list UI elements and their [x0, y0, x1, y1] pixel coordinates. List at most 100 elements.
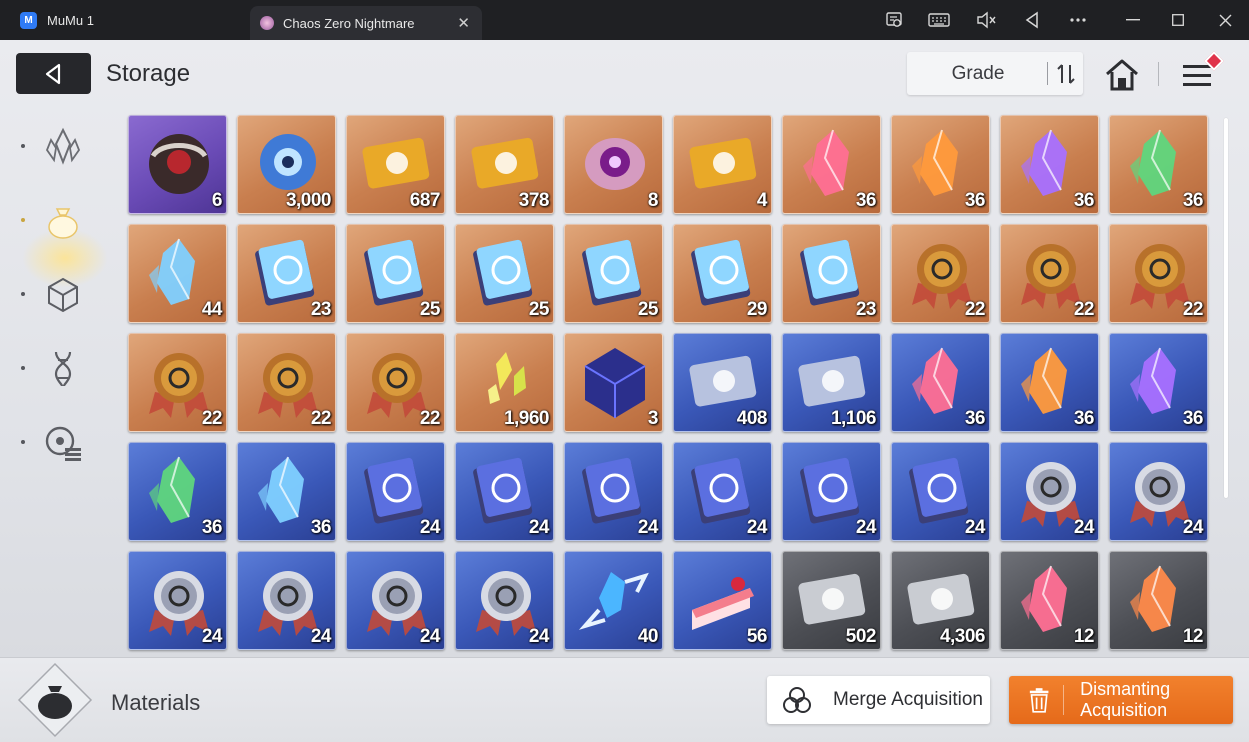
merge-circles-icon: [783, 687, 811, 713]
rail-item-gear-list[interactable]: [40, 420, 86, 466]
item-slot[interactable]: 24: [455, 551, 554, 650]
page-title: Storage: [106, 60, 191, 87]
item-slot[interactable]: 56: [673, 551, 772, 650]
guide-icon[interactable]: [876, 0, 912, 40]
item-slot[interactable]: 22: [1000, 224, 1099, 323]
grade-sort-button[interactable]: Grade: [907, 52, 1083, 95]
rail-item-crystal[interactable]: [40, 124, 86, 170]
item-slot[interactable]: 3: [564, 333, 663, 432]
item-quantity: 44: [201, 299, 223, 320]
item-quantity: 36: [1073, 190, 1095, 211]
back-nav-icon[interactable]: [1014, 0, 1050, 40]
merge-acquisition-label: Merge Acquisition: [833, 689, 983, 710]
keyboard-icon[interactable]: [921, 0, 957, 40]
item-quantity: 24: [1182, 517, 1204, 538]
item-slot[interactable]: 29: [673, 224, 772, 323]
rail-item-cube[interactable]: [40, 272, 86, 318]
minimize-icon[interactable]: [1115, 0, 1151, 40]
item-slot[interactable]: 36: [1109, 333, 1208, 432]
item-slot[interactable]: 40: [564, 551, 663, 650]
item-quantity: 25: [528, 299, 550, 320]
item-slot[interactable]: 3,000: [237, 115, 336, 214]
app-tab[interactable]: M MuMu 1: [0, 0, 250, 40]
item-slot[interactable]: 22: [128, 333, 227, 432]
home-icon[interactable]: [1103, 57, 1141, 93]
item-slot[interactable]: 36: [1109, 115, 1208, 214]
maximize-icon[interactable]: [1160, 0, 1196, 40]
item-slot[interactable]: 44: [128, 224, 227, 323]
item-slot[interactable]: 24: [673, 442, 772, 541]
item-slot[interactable]: 408: [673, 333, 772, 432]
item-slot[interactable]: 25: [564, 224, 663, 323]
item-slot[interactable]: 24: [564, 442, 663, 541]
item-slot[interactable]: 1,960: [455, 333, 554, 432]
item-slot[interactable]: 22: [891, 224, 990, 323]
item-slot[interactable]: 36: [1000, 333, 1099, 432]
more-icon[interactable]: [1060, 0, 1096, 40]
item-quantity: 22: [1182, 299, 1204, 320]
item-slot[interactable]: 687: [346, 115, 445, 214]
item-slot[interactable]: 24: [782, 442, 881, 541]
item-slot[interactable]: 36: [128, 442, 227, 541]
item-slot[interactable]: 36: [1000, 115, 1099, 214]
item-slot[interactable]: 25: [346, 224, 445, 323]
item-slot[interactable]: 4,306: [891, 551, 990, 650]
item-slot[interactable]: 22: [346, 333, 445, 432]
item-slot[interactable]: 36: [782, 115, 881, 214]
close-icon[interactable]: [1207, 0, 1243, 40]
window-titlebar: M MuMu 1 Chaos Zero Nightmare ✕: [0, 0, 1249, 40]
item-slot[interactable]: 36: [891, 115, 990, 214]
item-quantity: 40: [637, 626, 659, 647]
item-quantity: 4: [756, 190, 768, 211]
item-slot[interactable]: 24: [1109, 442, 1208, 541]
dismantle-divider: [1063, 685, 1065, 715]
tab-close-icon[interactable]: ✕: [457, 14, 470, 32]
item-slot[interactable]: 24: [346, 442, 445, 541]
rail-dot: [21, 144, 25, 148]
item-slot[interactable]: 4: [673, 115, 772, 214]
rail-item-bag[interactable]: [40, 198, 86, 244]
sort-order-icon[interactable]: [1053, 61, 1079, 87]
materials-category-icon[interactable]: [17, 662, 93, 738]
item-slot[interactable]: 23: [237, 224, 336, 323]
item-quantity: 12: [1182, 626, 1204, 647]
item-slot[interactable]: 24: [128, 551, 227, 650]
item-quantity: 29: [746, 299, 768, 320]
item-slot[interactable]: 24: [346, 551, 445, 650]
item-slot[interactable]: 12: [1109, 551, 1208, 650]
item-slot[interactable]: 24: [455, 442, 554, 541]
merge-acquisition-button[interactable]: Merge Acquisition: [767, 676, 990, 724]
item-quantity: 24: [419, 517, 441, 538]
grade-sort-label: Grade: [951, 63, 1005, 84]
item-quantity: 36: [1182, 190, 1204, 211]
rail-item-dna[interactable]: [40, 346, 86, 392]
grid-scrollbar[interactable]: [1224, 118, 1228, 498]
mumu-logo-icon: M: [20, 11, 37, 29]
item-slot[interactable]: 22: [1109, 224, 1208, 323]
item-slot[interactable]: 8: [564, 115, 663, 214]
item-slot[interactable]: 23: [782, 224, 881, 323]
item-slot[interactable]: 36: [237, 442, 336, 541]
item-slot[interactable]: 12: [1000, 551, 1099, 650]
back-arrow-icon: [45, 63, 60, 84]
item-slot[interactable]: 1,106: [782, 333, 881, 432]
item-slot[interactable]: 502: [782, 551, 881, 650]
dismantle-acquisition-button[interactable]: Dismanting Acquisition: [1009, 676, 1233, 724]
back-button[interactable]: [16, 53, 91, 94]
item-slot[interactable]: 24: [237, 551, 336, 650]
item-quantity: 3: [647, 408, 659, 429]
mute-icon[interactable]: [968, 0, 1004, 40]
item-slot[interactable]: 24: [1000, 442, 1099, 541]
item-slot[interactable]: 6: [128, 115, 227, 214]
item-quantity: 6: [211, 190, 223, 211]
item-slot[interactable]: 24: [891, 442, 990, 541]
item-slot[interactable]: 22: [237, 333, 336, 432]
item-slot[interactable]: 36: [891, 333, 990, 432]
item-slot[interactable]: 25: [455, 224, 554, 323]
item-quantity: 56: [746, 626, 768, 647]
crystal-category-icon: [45, 127, 81, 165]
item-slot[interactable]: 378: [455, 115, 554, 214]
item-quantity: 24: [1073, 517, 1095, 538]
game-tab[interactable]: Chaos Zero Nightmare ✕: [250, 6, 482, 40]
item-quantity: 25: [419, 299, 441, 320]
